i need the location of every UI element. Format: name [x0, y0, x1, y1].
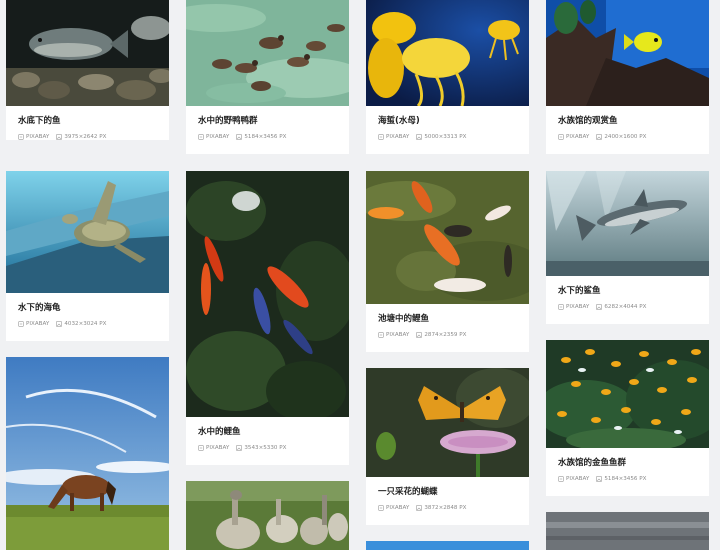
source-label: PIXABAY — [206, 445, 230, 451]
gray-water-photo[interactable] — [546, 512, 709, 550]
card-meta: PIXABAY 4032×3024 PX — [6, 313, 169, 327]
image-size-icon — [56, 321, 63, 327]
image-size-icon — [416, 332, 423, 338]
image-card[interactable]: 水族馆的金鱼鱼群 PIXABAY 5184×3456 PX — [546, 340, 709, 496]
card-title: 水族馆的观赏鱼 — [558, 116, 618, 126]
card-title: 水中的野鸭鸭群 — [198, 116, 258, 126]
image-gallery-grid: 水底下的鱼 PIXABAY 3975×2642 PX 水下的海龟 PIXABAY… — [0, 0, 720, 550]
image-size-icon — [416, 134, 423, 140]
source-label: PIXABAY — [386, 505, 410, 511]
copyright-icon — [198, 445, 204, 451]
copyright-icon — [378, 332, 384, 338]
source-label: PIXABAY — [206, 134, 230, 140]
image-card[interactable]: 一只采花的蝴蝶 PIXABAY 3872×2848 PX — [366, 368, 529, 525]
card-meta: PIXABAY 5000×3313 PX — [366, 126, 529, 140]
dimensions-label: 4032×3024 PX — [64, 321, 107, 327]
copyright-icon — [198, 134, 204, 140]
image-card[interactable] — [6, 357, 169, 550]
card-title: 水底下的鱼 — [18, 116, 61, 126]
card-title: 水中的鲤鱼 — [198, 427, 241, 437]
copyright-icon — [558, 304, 564, 310]
image-card[interactable]: 水中的鲤鱼 PIXABAY 3543×5330 PX — [186, 171, 349, 465]
source-label: PIXABAY — [386, 134, 410, 140]
source-label: PIXABAY — [386, 332, 410, 338]
dimensions-label: 6282×4044 PX — [604, 304, 647, 310]
shark-photo[interactable] — [546, 171, 709, 276]
source-label: PIXABAY — [566, 476, 590, 482]
source-label: PIXABAY — [26, 321, 50, 327]
card-title: 一只采花的蝴蝶 — [378, 487, 438, 497]
card-meta: PIXABAY 2874×2359 PX — [366, 324, 529, 338]
card-meta: PIXABAY 5184×3456 PX — [546, 468, 709, 482]
dimensions-label: 3872×2848 PX — [424, 505, 467, 511]
image-card[interactable] — [186, 481, 349, 550]
card-meta: PIXABAY 5184×3456 PX — [186, 126, 349, 140]
image-card[interactable]: 水中的野鸭鸭群 PIXABAY 5184×3456 PX — [186, 0, 349, 154]
source-label: PIXABAY — [26, 134, 50, 140]
image-size-icon — [236, 134, 243, 140]
card-meta: PIXABAY 3975×2642 PX — [6, 126, 169, 140]
horse-grazing-photo[interactable] — [6, 357, 169, 550]
image-size-icon — [416, 505, 423, 511]
image-size-icon — [236, 445, 243, 451]
blue-sky-photo[interactable] — [366, 541, 529, 550]
card-title: 池塘中的鲤鱼 — [378, 314, 430, 324]
card-meta: PIXABAY 6282×4044 PX — [546, 296, 709, 310]
source-label: PIXABAY — [566, 304, 590, 310]
image-card[interactable] — [366, 541, 529, 550]
card-title: 水下的海龟 — [18, 303, 61, 313]
copyright-icon — [18, 321, 24, 327]
koi-pond-photo[interactable] — [366, 171, 529, 304]
copyright-icon — [558, 476, 564, 482]
copyright-icon — [558, 134, 564, 140]
dimensions-label: 2400×1600 PX — [604, 134, 647, 140]
dimensions-label: 3975×2642 PX — [64, 134, 107, 140]
card-meta: PIXABAY 3543×5330 PX — [186, 437, 349, 451]
fish-underwater-photo[interactable] — [6, 0, 169, 106]
dimensions-label: 5184×3456 PX — [244, 134, 287, 140]
image-size-icon — [596, 304, 603, 310]
butterfly-flower-photo[interactable] — [366, 368, 529, 477]
image-card[interactable]: 水底下的鱼 PIXABAY 3975×2642 PX — [6, 0, 169, 140]
image-card[interactable]: 池塘中的鲤鱼 PIXABAY 2874×2359 PX — [366, 171, 529, 352]
dimensions-label: 3543×5330 PX — [244, 445, 287, 451]
sea-turtle-photo[interactable] — [6, 171, 169, 293]
copyright-icon — [378, 134, 384, 140]
dimensions-label: 5184×3456 PX — [604, 476, 647, 482]
image-card[interactable]: 水下的鲨鱼 PIXABAY 6282×4044 PX — [546, 171, 709, 324]
aquarium-fish-photo[interactable] — [546, 0, 709, 106]
goldfish-school-photo[interactable] — [546, 340, 709, 448]
card-title: 水下的鲨鱼 — [558, 286, 601, 296]
jellyfish-photo[interactable] — [366, 0, 529, 106]
image-size-icon — [596, 134, 603, 140]
geese-photo[interactable] — [186, 481, 349, 550]
image-card[interactable]: 海蜇(水母) PIXABAY 5000×3313 PX — [366, 0, 529, 154]
card-title: 水族馆的金鱼鱼群 — [558, 458, 627, 468]
dimensions-label: 2874×2359 PX — [424, 332, 467, 338]
ducks-swimming-photo[interactable] — [186, 0, 349, 106]
image-card[interactable] — [546, 512, 709, 550]
card-meta: PIXABAY 2400×1600 PX — [546, 126, 709, 140]
card-title: 海蜇(水母) — [378, 116, 420, 126]
image-card[interactable]: 水族馆的观赏鱼 PIXABAY 2400×1600 PX — [546, 0, 709, 154]
copyright-icon — [18, 134, 24, 140]
source-label: PIXABAY — [566, 134, 590, 140]
image-size-icon — [56, 134, 63, 140]
copyright-icon — [378, 505, 384, 511]
image-size-icon — [596, 476, 603, 482]
koi-dark-pond-photo[interactable] — [186, 171, 349, 417]
dimensions-label: 5000×3313 PX — [424, 134, 467, 140]
card-meta: PIXABAY 3872×2848 PX — [366, 497, 529, 511]
image-card[interactable]: 水下的海龟 PIXABAY 4032×3024 PX — [6, 171, 169, 341]
